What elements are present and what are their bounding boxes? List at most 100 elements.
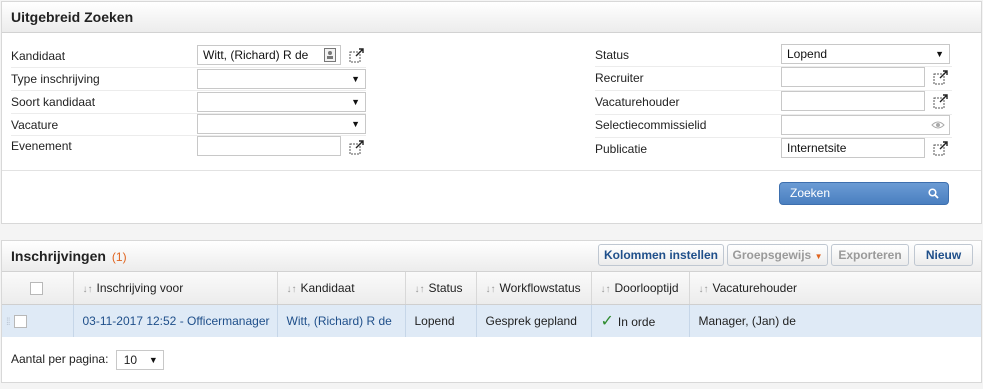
dropdown-arrow-icon: ▼	[351, 97, 360, 107]
cell-inschrijving: 03-11-2017 12:52 - Officermanager	[73, 304, 278, 337]
result-count-badge: (1)	[111, 250, 127, 264]
field-label: Publicatie	[595, 142, 648, 156]
chevron-down-icon: ▼	[814, 252, 823, 261]
popup-select-icon[interactable]	[349, 139, 365, 155]
sort-icon: ↓↑	[600, 283, 611, 295]
field-label: Kandidaat	[11, 49, 66, 63]
vacature-select[interactable]: ▼	[197, 114, 366, 134]
field-row-vacaturehouder: Vacaturehouder	[595, 91, 952, 113]
results-panel: Inschrijvingen (1) Kolommen instellen Gro…	[1, 240, 982, 383]
page-size-select[interactable]: 10 ▼	[115, 350, 164, 370]
doorlooptijd-value: In orde	[617, 314, 656, 329]
field-row-soort-kandidaat: Soort kandidaat ▼	[11, 91, 366, 113]
popup-select-icon[interactable]	[933, 140, 949, 156]
export-button[interactable]: Exporteren	[831, 244, 909, 266]
field-row-status: Status Lopend ▼	[595, 44, 952, 66]
column-label: Workflowstatus	[499, 280, 581, 295]
cell-kandidaat: Witt, (Richard) R de	[277, 304, 406, 337]
column-header-workflowstatus[interactable]: ↓↑ Workflowstatus	[476, 272, 592, 305]
results-header: Inschrijvingen (1) Kolommen instellen Gro…	[2, 241, 981, 272]
group-button[interactable]: Groepsgewijs ▼	[727, 244, 828, 266]
popup-select-icon[interactable]	[933, 69, 949, 85]
panel-title: Uitgebreid Zoeken	[2, 2, 981, 33]
search-button-label: Zoeken	[790, 186, 831, 200]
pagination: Aantal per pagina: 10 ▼	[11, 350, 164, 370]
configure-columns-button[interactable]: Kolommen instellen	[598, 244, 724, 266]
column-label: Vacaturehouder	[712, 280, 798, 295]
popup-select-icon[interactable]	[349, 47, 365, 63]
eye-icon[interactable]	[931, 120, 945, 130]
page-size-label: Aantal per pagina:	[11, 352, 109, 367]
recruiter-input[interactable]	[781, 67, 925, 87]
table-row[interactable]: ⁞⁞ 03-11-2017 12:52 - Officermanager Wit…	[2, 304, 981, 337]
column-header-vacaturehouder[interactable]: ↓↑ Vacaturehouder	[689, 272, 981, 305]
inschrijving-link[interactable]: 03-11-2017 12:52 - Officermanager	[83, 314, 270, 328]
column-label: Kandidaat	[300, 280, 355, 295]
type-inschrijving-select[interactable]: ▼	[197, 69, 366, 89]
row-checkbox[interactable]	[13, 314, 27, 328]
column-header-status[interactable]: ↓↑ Status	[405, 272, 477, 305]
field-row-selectiecommissielid: Selectiecommissielid	[595, 114, 952, 136]
cell-doorlooptijd: ✓ In orde	[591, 304, 690, 337]
field-row-type-inschrijving: Type inschrijving ▼	[11, 68, 366, 90]
field-label: Status	[595, 48, 630, 62]
field-label: Selectiecommissielid	[595, 118, 707, 132]
dropdown-arrow-icon: ▼	[351, 119, 360, 129]
search-icon	[928, 183, 939, 204]
dropdown-arrow-icon: ▼	[935, 49, 944, 59]
divider	[2, 170, 981, 171]
status-select[interactable]: Lopend ▼	[781, 44, 950, 64]
select-all-checkbox[interactable]	[30, 281, 44, 295]
field-label: Recruiter	[595, 71, 644, 85]
evenement-input[interactable]	[197, 136, 341, 156]
sort-icon: ↓↑	[698, 283, 709, 295]
results-table: ↓↑ Inschrijving voor ↓↑ Kandidaat ↓↑ Status…	[2, 272, 981, 337]
field-label: Evenement	[11, 139, 72, 153]
field-label: Soort kandidaat	[11, 95, 96, 109]
dropdown-arrow-icon: ▼	[148, 355, 158, 365]
group-button-label: Groepsgewijs	[732, 248, 812, 262]
field-row-publicatie: Publicatie Internetsite	[595, 138, 952, 160]
field-label: Type inschrijving	[11, 72, 100, 86]
cell-status: Lopend	[405, 304, 477, 337]
sort-icon: ↓↑	[82, 283, 93, 295]
popup-select-icon[interactable]	[933, 93, 949, 109]
input-value: Internetsite	[787, 141, 847, 155]
select-all-header	[2, 272, 74, 305]
panel-title: Inschrijvingen	[11, 248, 106, 264]
page-size-value: 10	[123, 353, 138, 367]
advanced-search-panel: Uitgebreid Zoeken Kandidaat Witt, (Richa…	[1, 1, 982, 224]
publicatie-input[interactable]: Internetsite	[781, 138, 925, 158]
sort-icon: ↓↑	[485, 283, 496, 295]
kandidaat-value: Witt, (Richard) R de	[203, 48, 309, 62]
field-label: Vacature	[11, 118, 59, 132]
new-button[interactable]: Nieuw	[914, 244, 973, 266]
table-header-row: ↓↑ Inschrijving voor ↓↑ Kandidaat ↓↑ Status…	[2, 272, 981, 305]
column-header-doorlooptijd[interactable]: ↓↑ Doorlooptijd	[591, 272, 690, 305]
drag-handle-icon[interactable]: ⁞⁞	[6, 317, 10, 328]
column-label: Inschrijving voor	[96, 280, 184, 295]
vacaturehouder-input[interactable]	[781, 91, 925, 111]
field-label: Vacaturehouder	[595, 95, 680, 109]
check-icon: ✓	[600, 312, 614, 330]
select-value: Lopend	[787, 47, 828, 61]
soort-kandidaat-select[interactable]: ▼	[197, 92, 366, 112]
column-label: Status	[428, 280, 463, 295]
address-book-icon[interactable]	[324, 48, 336, 62]
cell-workflowstatus: Gesprek gepland	[476, 304, 592, 337]
sort-icon: ↓↑	[414, 283, 425, 295]
column-header-inschrijving[interactable]: ↓↑ Inschrijving voor	[73, 272, 278, 305]
kandidaat-link[interactable]: Witt, (Richard) R de	[287, 314, 392, 328]
column-header-kandidaat[interactable]: ↓↑ Kandidaat	[277, 272, 406, 305]
cell-vacaturehouder: Manager, (Jan) de	[689, 304, 981, 337]
field-row-recruiter: Recruiter	[595, 67, 952, 89]
dropdown-arrow-icon: ▼	[351, 74, 360, 84]
selectiecommissielid-input[interactable]	[781, 115, 950, 135]
sort-icon: ↓↑	[286, 283, 297, 295]
field-row-kandidaat: Kandidaat Witt, (Richard) R de	[11, 45, 366, 67]
kandidaat-input[interactable]: Witt, (Richard) R de	[197, 45, 341, 65]
row-select-cell: ⁞⁞	[2, 304, 74, 337]
field-row-evenement: Evenement	[11, 135, 366, 157]
search-button[interactable]: Zoeken	[779, 182, 949, 205]
column-label: Doorlooptijd	[614, 280, 679, 295]
